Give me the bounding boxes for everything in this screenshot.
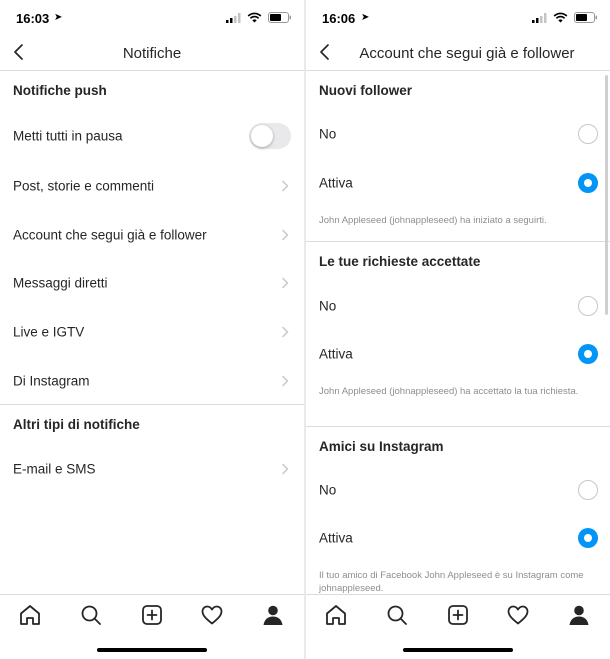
page-title: Account che segui già e follower	[359, 45, 575, 62]
pause-all-label: Metti tutti in pausa	[13, 128, 123, 143]
menu-item-label: Di Instagram	[13, 373, 90, 388]
location-arrow-icon: ➤	[54, 12, 63, 23]
menu-item-following-followers[interactable]: Account che segui già e follower	[0, 210, 304, 259]
section-description: John Appleseed (johnappleseed) ha accett…	[319, 386, 579, 397]
section-divider	[0, 404, 304, 405]
menu-item-from-instagram[interactable]: Di Instagram	[0, 356, 304, 405]
chevron-right-icon	[282, 277, 289, 288]
radio-label: Attiva	[319, 175, 353, 191]
radio-selected[interactable]	[578, 528, 598, 548]
section-description: Il tuo amico di Facebook John Appleseed …	[319, 570, 584, 594]
wifi-icon	[553, 12, 568, 23]
radio-option-on[interactable]: Attiva	[306, 514, 610, 562]
section-divider	[306, 426, 610, 427]
tab-bar	[0, 594, 304, 659]
following-followers-screen: 16:06 ➤ Account che segui già e follower	[306, 0, 610, 659]
section-title-new-followers: Nuovi follower	[319, 83, 413, 98]
search-icon[interactable]	[385, 603, 409, 627]
cellular-signal-icon	[532, 12, 547, 23]
radio-selected[interactable]	[578, 344, 598, 364]
radio-option-on[interactable]: Attiva	[306, 330, 610, 378]
cellular-signal-icon	[226, 12, 241, 23]
nav-bar: Notifiche	[0, 36, 304, 71]
scrollbar[interactable]	[605, 75, 608, 315]
profile-icon[interactable]	[567, 603, 591, 627]
activity-heart-icon[interactable]	[506, 603, 530, 627]
status-bar: 16:06 ➤	[306, 0, 610, 36]
radio-option-no[interactable]: No	[306, 466, 610, 514]
radio-selected[interactable]	[578, 173, 598, 193]
radio-label: No	[319, 126, 337, 142]
home-indicator	[403, 648, 513, 652]
chevron-right-icon	[282, 375, 289, 386]
activity-heart-icon[interactable]	[200, 603, 224, 627]
section-title-accepted-requests: Le tue richieste accettate	[319, 254, 481, 269]
nav-bar: Account che segui già e follower	[306, 36, 610, 71]
home-icon[interactable]	[18, 603, 42, 627]
status-time: 16:06	[322, 11, 356, 26]
chevron-right-icon	[282, 180, 289, 191]
radio-label: Attiva	[319, 346, 353, 362]
status-bar: 16:03 ➤	[0, 0, 304, 36]
menu-item-label: E-mail e SMS	[13, 461, 96, 476]
menu-item-posts-stories-comments[interactable]: Post, storie e commenti	[0, 161, 304, 210]
pause-all-row: Metti tutti in pausa	[0, 111, 304, 160]
battery-icon	[574, 12, 597, 23]
radio-option-no[interactable]: No	[306, 110, 610, 158]
page-title: Notifiche	[122, 45, 182, 62]
tab-bar	[306, 594, 610, 659]
chevron-right-icon	[282, 463, 289, 474]
location-arrow-icon: ➤	[361, 12, 370, 23]
menu-item-live-igtv[interactable]: Live e IGTV	[0, 307, 304, 356]
battery-icon	[268, 12, 291, 23]
radio-option-no[interactable]: No	[306, 282, 610, 330]
profile-icon[interactable]	[261, 603, 285, 627]
search-icon[interactable]	[79, 603, 103, 627]
menu-item-email-sms[interactable]: E-mail e SMS	[0, 444, 304, 493]
radio-label: Attiva	[319, 530, 353, 546]
radio-label: No	[319, 482, 337, 498]
section-title-friends-on-instagram: Amici su Instagram	[319, 439, 444, 454]
toggle-knob	[251, 124, 273, 147]
chevron-right-icon	[282, 229, 289, 240]
menu-item-label: Post, storie e commenti	[13, 178, 155, 193]
new-post-icon[interactable]	[140, 603, 164, 627]
menu-item-label: Messaggi diretti	[13, 275, 108, 290]
status-time: 16:03	[16, 11, 50, 26]
menu-item-label: Account che segui già e follower	[13, 227, 207, 242]
new-post-icon[interactable]	[446, 603, 470, 627]
pause-all-toggle[interactable]	[249, 122, 291, 149]
menu-item-direct-messages[interactable]: Messaggi diretti	[0, 258, 304, 307]
section-divider	[306, 241, 610, 242]
home-icon[interactable]	[324, 603, 348, 627]
radio-option-on[interactable]: Attiva	[306, 159, 610, 207]
chevron-right-icon	[282, 326, 289, 337]
section-description: John Appleseed (johnappleseed) ha inizia…	[319, 215, 547, 226]
notifications-screen: 16:03 ➤ Notifiche Notifiche push Metti t…	[0, 0, 304, 659]
radio-unselected[interactable]	[578, 124, 598, 144]
section-title-push: Notifiche push	[13, 83, 107, 98]
home-indicator	[97, 648, 207, 652]
radio-unselected[interactable]	[578, 480, 598, 500]
radio-unselected[interactable]	[578, 296, 598, 316]
section-title-other: Altri tipi di notifiche	[13, 417, 140, 432]
wifi-icon	[247, 12, 262, 23]
radio-label: No	[319, 298, 337, 314]
menu-item-label: Live e IGTV	[13, 324, 85, 339]
